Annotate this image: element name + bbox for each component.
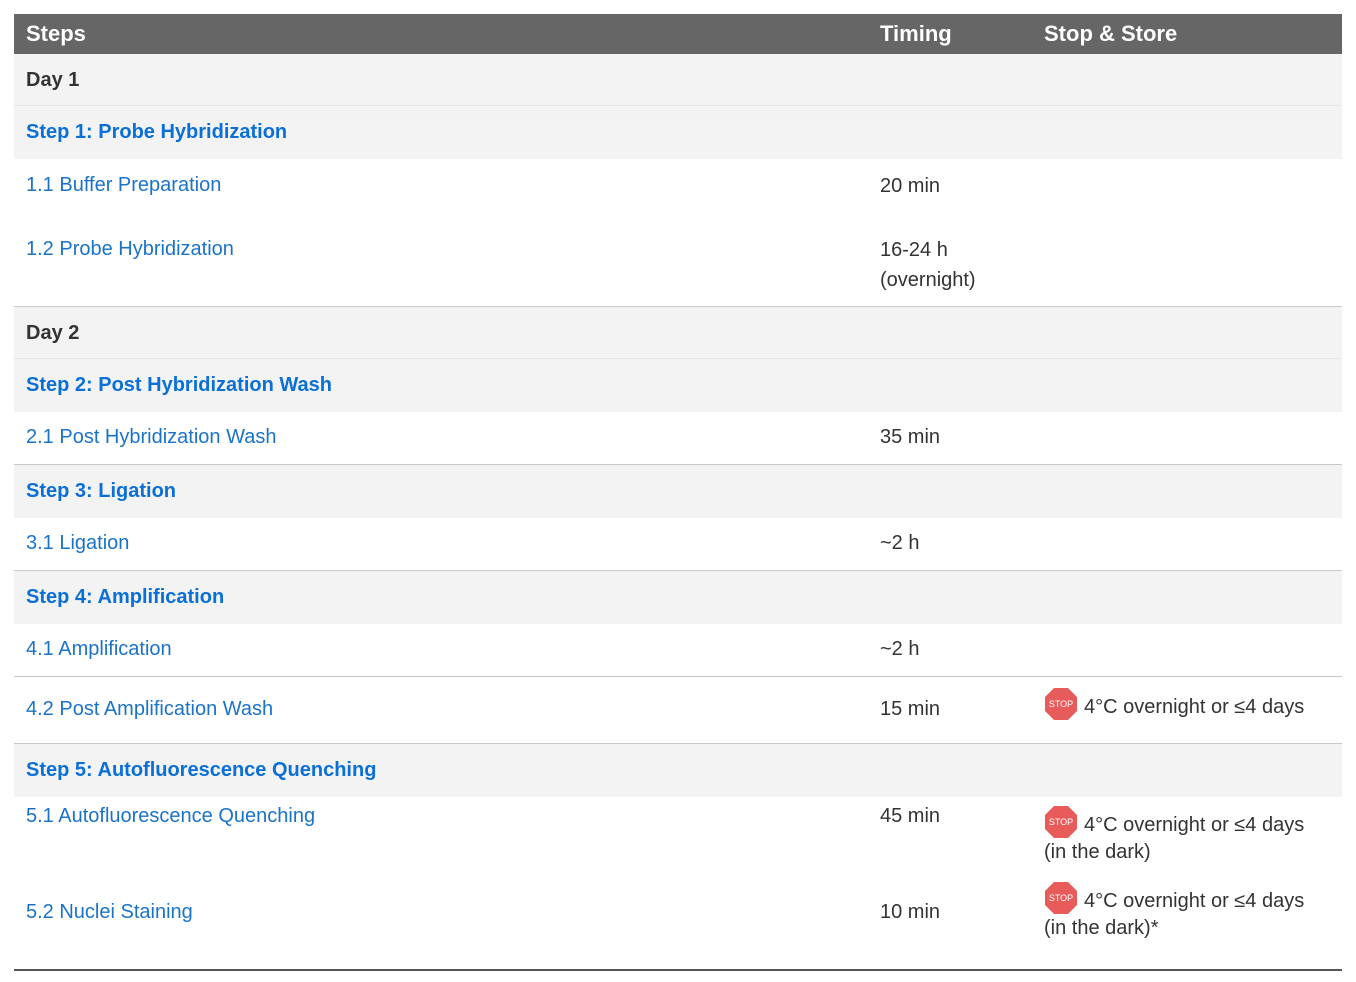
day-2-row: Day 2 — [14, 307, 1342, 359]
protocol-table: Steps Timing Stop & Store Day 1 Step 1: … — [14, 14, 1342, 969]
step-timing: 16-24 h (overnight) — [880, 235, 976, 295]
step-name[interactable]: 4.1 Amplification — [26, 634, 172, 664]
step-timing: 15 min — [880, 698, 941, 720]
table-row: 4.2 Post Amplification Wash 15 min STOP 4… — [14, 677, 1342, 744]
table-header: Steps Timing Stop & Store — [14, 14, 1342, 54]
step-timing: 45 min — [880, 805, 941, 827]
step-heading: Step 4: Amplification — [26, 586, 225, 608]
store-condition-note: (in the dark) — [1044, 841, 1151, 863]
timing-line: (overnight) — [880, 269, 976, 291]
stop-store-cell: STOP 4°C overnight or ≤4 days (in the dar… — [1044, 881, 1305, 943]
timing-line: 16-24 h — [880, 239, 948, 261]
step-name[interactable]: 3.1 Ligation — [26, 528, 129, 558]
step-name[interactable]: 4.2 Post Amplification Wash — [26, 694, 273, 724]
stop-sign-icon: STOP — [1044, 805, 1078, 839]
day-label: Day 1 — [26, 69, 80, 91]
stop-sign-text: STOP — [1049, 699, 1073, 709]
table-row: 5.2 Nuclei Staining 10 min STOP 4°C overn… — [14, 873, 1342, 969]
store-condition: 4°C overnight or ≤4 days — [1084, 814, 1305, 836]
table-row: 5.1 Autofluorescence Quenching 45 min ST… — [14, 797, 1342, 873]
step-name[interactable]: 2.1 Post Hybridization Wash — [26, 422, 276, 452]
table-row: 3.1 Ligation ~2 h — [14, 518, 1342, 571]
stop-store-cell: STOP 4°C overnight or ≤4 days (in the dar… — [1044, 805, 1305, 867]
day-1-row: Day 1 — [14, 54, 1342, 106]
header-timing: Timing — [880, 21, 952, 46]
step-5-row: Step 5: Autofluorescence Quenching — [14, 744, 1342, 797]
store-condition: 4°C overnight or ≤4 days — [1084, 696, 1305, 718]
step-timing: ~2 h — [880, 638, 920, 660]
step-heading: Step 1: Probe Hybridization — [26, 121, 288, 143]
step-name[interactable]: 1.2 Probe Hybridization — [26, 234, 234, 264]
table-row: 2.1 Post Hybridization Wash 35 min — [14, 412, 1342, 465]
step-heading: Step 2: Post Hybridization Wash — [26, 374, 332, 396]
header-steps: Steps — [26, 21, 86, 46]
step-3-row: Step 3: Ligation — [14, 465, 1342, 518]
step-name[interactable]: 1.1 Buffer Preparation — [26, 170, 221, 200]
step-name[interactable]: 5.2 Nuclei Staining — [26, 897, 193, 927]
step-heading: Step 5: Autofluorescence Quenching — [26, 759, 377, 781]
table-bottom-rule — [14, 969, 1342, 971]
step-4-row: Step 4: Amplification — [14, 571, 1342, 624]
stop-sign-text: STOP — [1049, 893, 1073, 903]
table-row: 1.1 Buffer Preparation 20 min — [14, 159, 1342, 223]
step-timing: ~2 h — [880, 532, 920, 554]
store-condition: 4°C overnight or ≤4 days — [1084, 890, 1305, 912]
step-timing: 20 min — [880, 175, 941, 197]
table-row: 4.1 Amplification ~2 h — [14, 624, 1342, 677]
day-label: Day 2 — [26, 322, 80, 344]
step-name[interactable]: 5.1 Autofluorescence Quenching — [26, 801, 315, 831]
stop-sign-icon: STOP — [1044, 881, 1078, 915]
step-heading: Step 3: Ligation — [26, 480, 176, 502]
step-timing: 35 min — [880, 426, 941, 448]
step-timing: 10 min — [880, 901, 941, 923]
stop-sign-icon: STOP — [1044, 687, 1078, 721]
step-2-row: Step 2: Post Hybridization Wash — [14, 359, 1342, 412]
header-stop-store: Stop & Store — [1044, 21, 1178, 46]
table-row: 1.2 Probe Hybridization 16-24 h (overnig… — [14, 223, 1342, 307]
stop-sign-text: STOP — [1049, 817, 1073, 827]
store-condition-note: (in the dark)* — [1044, 917, 1159, 939]
step-1-row: Step 1: Probe Hybridization — [14, 106, 1342, 159]
stop-store-cell: STOP 4°C overnight or ≤4 days — [1044, 687, 1305, 721]
